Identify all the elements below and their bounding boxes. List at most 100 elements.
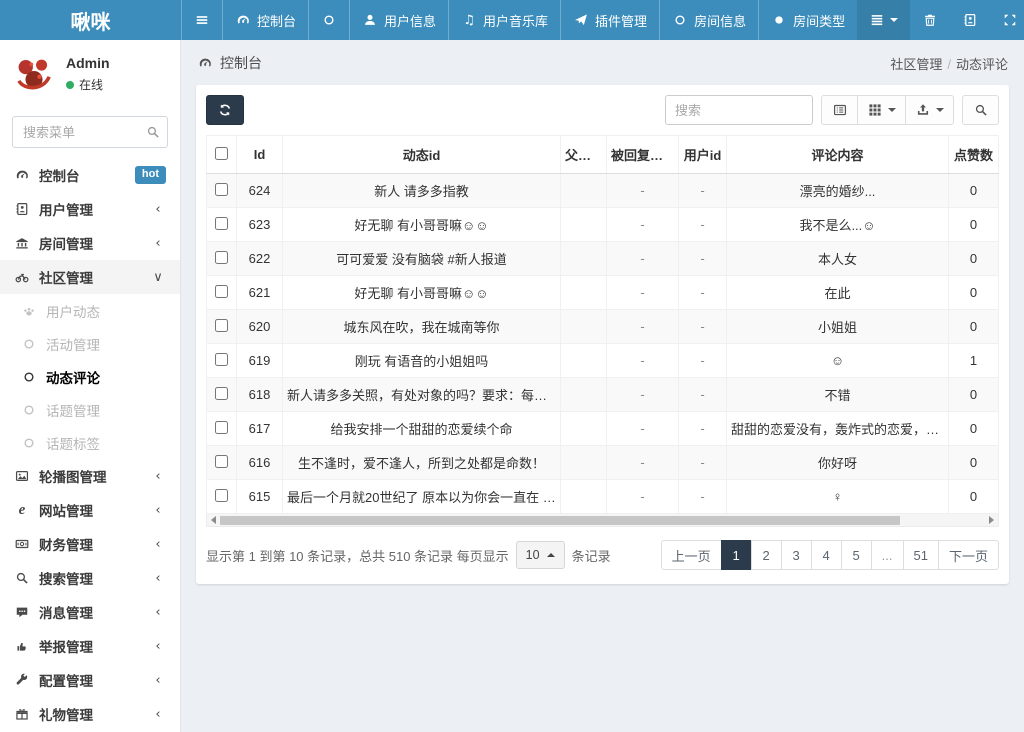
row-post-id: 新人 请多多指教 xyxy=(283,174,561,208)
nav-user-music[interactable]: ♫用户音乐库 xyxy=(448,0,560,40)
breadcrumb-home-label: 控制台 xyxy=(220,53,262,73)
bars-icon xyxy=(194,12,210,28)
row-checkbox[interactable] xyxy=(215,455,228,468)
sidebar-item-users-label: 用户管理 xyxy=(39,199,93,219)
row-content: 漂亮的婚纱... xyxy=(727,174,949,208)
sidebar-item-carousel-label: 轮播图管理 xyxy=(39,466,107,486)
row-checkbox[interactable] xyxy=(215,489,228,502)
page-size-value: 10 xyxy=(526,548,540,562)
row-likes: 0 xyxy=(949,446,999,480)
sidebar-item-reports-label: 举报管理 xyxy=(39,636,93,656)
row-checkbox[interactable] xyxy=(215,421,228,434)
page-5[interactable]: 5 xyxy=(841,540,872,570)
scroll-right-icon[interactable] xyxy=(989,516,994,524)
sidebar-subitem-activities[interactable]: 活动管理 xyxy=(0,327,180,360)
page-next[interactable]: 下一页 xyxy=(938,540,999,570)
nav-dashboard[interactable]: 控制台 xyxy=(222,0,308,40)
sidebar-item-messages[interactable]: 消息管理‹ xyxy=(0,595,180,629)
user-icon xyxy=(362,12,378,28)
row-id: 619 xyxy=(237,344,283,378)
row-likes: 0 xyxy=(949,480,999,514)
select-all-checkbox[interactable] xyxy=(215,147,228,160)
row-checkbox[interactable] xyxy=(215,183,228,196)
page-51[interactable]: 51 xyxy=(903,540,939,570)
trash-button[interactable] xyxy=(910,0,950,40)
search-button[interactable] xyxy=(962,95,999,125)
page-1[interactable]: 1 xyxy=(721,540,752,570)
sidebar-item-gifts[interactable]: 礼物管理‹ xyxy=(0,697,180,731)
fullscreen-button[interactable] xyxy=(990,0,1024,40)
breadcrumb-section[interactable]: 社区管理 xyxy=(890,57,942,72)
comments-card: Id动态id父级id被回复人uid用户id评论内容点赞数 624新人 请多多指教… xyxy=(196,85,1009,584)
page-3[interactable]: 3 xyxy=(781,540,812,570)
breadcrumb-home[interactable]: 控制台 xyxy=(197,53,262,73)
refresh-button[interactable] xyxy=(206,95,244,125)
row-checkbox[interactable] xyxy=(215,387,228,400)
page-prev[interactable]: 上一页 xyxy=(661,540,722,570)
row-checkbox[interactable] xyxy=(215,251,228,264)
nav-circle[interactable] xyxy=(308,0,349,40)
nav-user-info[interactable]: 用户信息 xyxy=(349,0,448,40)
contacts-button[interactable] xyxy=(950,0,990,40)
horizontal-scrollbar[interactable] xyxy=(206,514,999,527)
sidebar-item-config-label: 配置管理 xyxy=(39,670,93,690)
sidebar-subitem-topic-tags[interactable]: 话题标签 xyxy=(0,426,180,459)
sidebar-item-rooms[interactable]: 房间管理‹ xyxy=(0,226,180,260)
nav-room-type[interactable]: 房间类型 xyxy=(758,0,857,40)
row-checkbox[interactable] xyxy=(215,353,228,366)
row-user-id: - xyxy=(679,174,727,208)
sidebar-item-users[interactable]: 用户管理‹ xyxy=(0,192,180,226)
row-select-cell xyxy=(207,378,237,412)
columns-button[interactable] xyxy=(857,95,906,125)
scroll-left-icon[interactable] xyxy=(211,516,216,524)
toggle-view-button[interactable] xyxy=(821,95,858,125)
nav-plugins-label: 插件管理 xyxy=(595,11,647,30)
gift-icon xyxy=(14,706,30,722)
row-user-id: - xyxy=(679,208,727,242)
export-button[interactable] xyxy=(905,95,954,125)
sidebar-item-rooms-label: 房间管理 xyxy=(39,233,93,253)
row-reply-uid: - xyxy=(607,446,679,480)
nav-room-info[interactable]: 房间信息 xyxy=(659,0,758,40)
row-likes: 0 xyxy=(949,310,999,344)
nav-sidebar-toggle[interactable] xyxy=(181,0,222,40)
sidebar-subitem-user-moments-label: 用户动态 xyxy=(46,301,100,321)
table-search-input[interactable] xyxy=(665,95,813,125)
sidebar-item-finance[interactable]: 财务管理‹ xyxy=(0,527,180,561)
sidebar-item-community[interactable]: 社区管理∨ xyxy=(0,260,180,294)
sidebar-item-carousel[interactable]: 轮播图管理‹ xyxy=(0,459,180,493)
listalt-icon xyxy=(832,102,848,118)
row-checkbox[interactable] xyxy=(215,319,228,332)
sidebar-subitem-topics[interactable]: 话题管理 xyxy=(0,393,180,426)
row-parent-id xyxy=(561,446,607,480)
pagination-info-suffix: 条记录 xyxy=(572,546,611,565)
hot-badge: hot xyxy=(135,166,166,183)
row-checkbox[interactable] xyxy=(215,217,228,230)
sidebar-item-reports[interactable]: 举报管理‹ xyxy=(0,629,180,663)
sidebar-subitem-moment-comments[interactable]: 动态评论 xyxy=(0,360,180,393)
sidebar-item-website[interactable]: e网站管理‹ xyxy=(0,493,180,527)
grid-icon xyxy=(867,102,883,118)
page-4[interactable]: 4 xyxy=(811,540,842,570)
sidebar-item-dashboard-label: 控制台 xyxy=(39,165,80,185)
page-2[interactable]: 2 xyxy=(751,540,782,570)
column-header-4: 用户id xyxy=(679,136,727,174)
bank-icon xyxy=(14,235,30,251)
sidebar-subitem-user-moments[interactable]: 用户动态 xyxy=(0,294,180,327)
export-icon xyxy=(915,102,931,118)
row-checkbox[interactable] xyxy=(215,285,228,298)
table-row: 617给我安排一个甜甜的恋爱续个命--甜甜的恋爱没有，轰炸式的恋爱，你要吗？0 xyxy=(207,412,999,446)
list-dropdown-button[interactable] xyxy=(857,0,910,40)
row-content: ☺ xyxy=(727,344,949,378)
scroll-thumb[interactable] xyxy=(220,516,900,525)
sidebar-item-search[interactable]: 搜索管理‹ xyxy=(0,561,180,595)
chevron-left-icon: ‹ xyxy=(150,604,166,620)
page-size-dropdown[interactable]: 10 xyxy=(516,541,565,569)
row-user-id: - xyxy=(679,480,727,514)
brand-logo[interactable]: 啾咪 xyxy=(0,0,181,40)
contacts-icon xyxy=(962,12,978,28)
row-likes: 0 xyxy=(949,208,999,242)
sidebar-item-config[interactable]: 配置管理‹ xyxy=(0,663,180,697)
sidebar-item-dashboard[interactable]: 控制台 hot xyxy=(0,158,180,192)
nav-plugins[interactable]: 插件管理 xyxy=(560,0,659,40)
